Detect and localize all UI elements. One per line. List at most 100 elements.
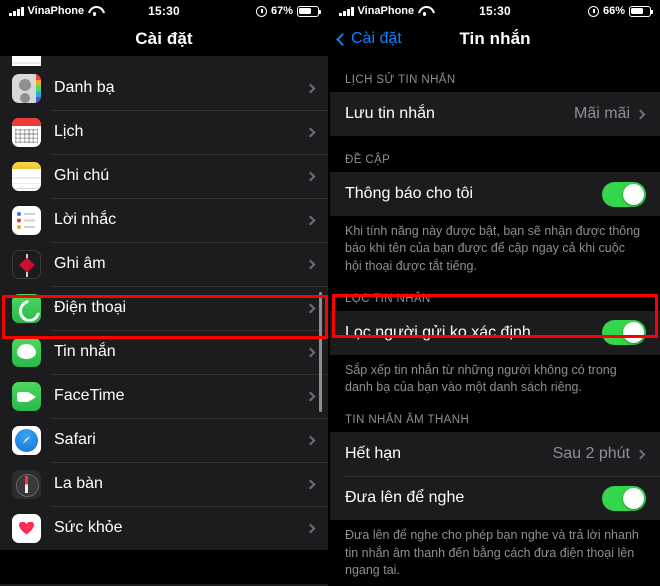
- group-separator: [0, 550, 328, 584]
- chevron-right-icon: [305, 391, 316, 401]
- status-right: 67%: [255, 5, 321, 17]
- setting-label: Thông báo cho tôi: [345, 185, 474, 202]
- signal-bars-icon: [339, 6, 354, 16]
- list-item-partial[interactable]: [0, 56, 328, 66]
- status-right: 66%: [587, 5, 653, 17]
- settings-list-scroll[interactable]: Danh bạ Lịch Ghi chú Lời nhắc Ghi âm Điệ…: [0, 56, 328, 586]
- chevron-right-icon: [305, 171, 316, 181]
- sidebar-item-notes[interactable]: Ghi chú: [0, 154, 328, 198]
- setting-value: Mãi mãi: [573, 105, 630, 122]
- toggle-knob: [623, 487, 644, 509]
- section-group-1: Thông báo cho tôi: [330, 172, 660, 216]
- left-phone-screen: VinaPhone 15:30 67% Cài đặt Danh bạ Lịch…: [0, 0, 330, 586]
- toggle-raise-to-listen[interactable]: [602, 485, 646, 511]
- chevron-right-icon: [305, 303, 316, 313]
- list-item-label: Safari: [54, 431, 96, 448]
- setting-row-expire[interactable]: Hết hạn Sau 2 phút: [330, 432, 660, 477]
- sidebar-item-contacts[interactable]: Danh bạ: [0, 66, 328, 110]
- right-phone-screen: VinaPhone 15:30 66% Cài đặt Tin nhắn LỊC…: [330, 0, 660, 586]
- list-item-label: Sức khỏe: [54, 519, 123, 536]
- right-nav-bar: Cài đặt Tin nhắn: [330, 22, 660, 56]
- section-footer: Khi tính năng này được bật, bạn sẽ nhận …: [330, 216, 660, 275]
- list-item-label: Tin nhắn: [54, 343, 116, 360]
- page-title: Cài đặt: [135, 29, 193, 48]
- settings-group-apps: Danh bạ Lịch Ghi chú Lời nhắc Ghi âm Điệ…: [0, 66, 328, 550]
- signal-bars-icon: [9, 6, 24, 16]
- section-group-3: Hết hạn Sau 2 phút Đưa lên để nghe: [330, 432, 660, 521]
- section-spacer: [330, 579, 660, 586]
- list-item-label: Lịch: [54, 123, 84, 140]
- sidebar-item-messages[interactable]: Tin nhắn: [0, 330, 328, 374]
- list-item-label: Danh bạ: [54, 79, 115, 96]
- setting-label: Lưu tin nhắn: [345, 105, 435, 122]
- phone-icon: [12, 293, 41, 323]
- notes-icon: [12, 161, 41, 191]
- chevron-right-icon: [305, 259, 316, 269]
- setting-label: Lọc người gửi ko xác định: [345, 323, 531, 341]
- toggle-knob: [623, 322, 644, 344]
- back-button-label: Cài đặt: [351, 30, 402, 47]
- list-item-label: FaceTime: [54, 387, 125, 404]
- sidebar-item-health[interactable]: Sức khỏe: [0, 506, 328, 550]
- setting-row-save-messages[interactable]: Lưu tin nhắn Mãi mãi: [330, 92, 660, 136]
- vertical-scrollbar[interactable]: [319, 292, 322, 412]
- battery-percent: 66%: [602, 5, 625, 17]
- section-header: TIN NHẮN ÂM THANH: [330, 396, 660, 433]
- toggle-notify-me[interactable]: [602, 181, 646, 207]
- alarm-clock-icon: [587, 5, 599, 17]
- battery-icon: [297, 5, 321, 17]
- section-group-0: Lưu tin nhắn Mãi mãi: [330, 92, 660, 136]
- chevron-right-icon: [305, 523, 316, 533]
- sidebar-item-safari[interactable]: Safari: [0, 418, 328, 462]
- sidebar-item-phone[interactable]: Điện thoại: [0, 286, 328, 330]
- setting-value: Sau 2 phút: [552, 445, 630, 463]
- section-footer: Sắp xếp tin nhắn từ những người không có…: [330, 354, 660, 397]
- battery-icon: [629, 5, 653, 17]
- setting-row-filter-unknown-senders[interactable]: Lọc người gửi ko xác định: [330, 310, 660, 355]
- section-group-2: Lọc người gửi ko xác định: [330, 310, 660, 355]
- chevron-right-icon: [305, 215, 316, 225]
- sidebar-item-compass[interactable]: La bàn: [0, 462, 328, 506]
- setting-label: Đưa lên để nghe: [345, 489, 465, 507]
- chevron-right-icon: [305, 83, 316, 93]
- wifi-icon: [88, 6, 101, 16]
- toggle-filter-unknown-senders[interactable]: [602, 320, 646, 346]
- chevron-left-icon: [336, 32, 349, 46]
- partial-app-icon: [12, 56, 41, 66]
- chevron-right-icon: [305, 347, 316, 357]
- setting-row-notify-me[interactable]: Thông báo cho tôi: [330, 172, 660, 216]
- setting-label: Hết hạn: [345, 445, 402, 463]
- health-icon: [12, 513, 41, 543]
- settings-group-partial: [0, 56, 328, 66]
- toggle-knob: [623, 183, 644, 205]
- chevron-right-icon: [635, 449, 646, 460]
- section-footer: Đưa lên để nghe cho phép bạn nghe và trả…: [330, 520, 660, 579]
- facetime-icon: [12, 381, 41, 411]
- sidebar-item-calendar[interactable]: Lịch: [0, 110, 328, 154]
- status-left: VinaPhone: [339, 5, 431, 17]
- sidebar-item-reminders[interactable]: Lời nhắc: [0, 198, 328, 242]
- list-item-label: Ghi âm: [54, 255, 106, 272]
- sidebar-item-facetime[interactable]: FaceTime: [0, 374, 328, 418]
- chevron-right-icon: [305, 127, 316, 137]
- list-item-label: La bàn: [54, 475, 103, 492]
- back-button[interactable]: Cài đặt: [330, 30, 402, 48]
- messages-settings-scroll[interactable]: LỊCH SỬ TIN NHẮN Lưu tin nhắn Mãi mãi ĐỀ…: [330, 56, 660, 586]
- status-left: VinaPhone: [9, 5, 101, 17]
- compass-icon: [12, 469, 41, 499]
- carrier-label: VinaPhone: [357, 5, 415, 17]
- list-item-label: Lời nhắc: [54, 211, 117, 228]
- reminders-icon: [12, 205, 41, 235]
- sidebar-item-voice-memos[interactable]: Ghi âm: [0, 242, 328, 286]
- left-nav-bar: Cài đặt: [0, 22, 328, 56]
- right-status-bar: VinaPhone 15:30 66%: [330, 0, 660, 22]
- setting-row-raise-to-listen[interactable]: Đưa lên để nghe: [330, 476, 660, 521]
- dual-screenshot: VinaPhone 15:30 67% Cài đặt Danh bạ Lịch…: [0, 0, 660, 586]
- calendar-icon: [12, 117, 41, 147]
- chevron-right-icon: [305, 435, 316, 445]
- alarm-clock-icon: [255, 5, 267, 17]
- chevron-right-icon: [305, 479, 316, 489]
- section-header: LỊCH SỬ TIN NHẮN: [330, 56, 660, 92]
- carrier-label: VinaPhone: [27, 5, 85, 17]
- messages-icon: [12, 337, 41, 367]
